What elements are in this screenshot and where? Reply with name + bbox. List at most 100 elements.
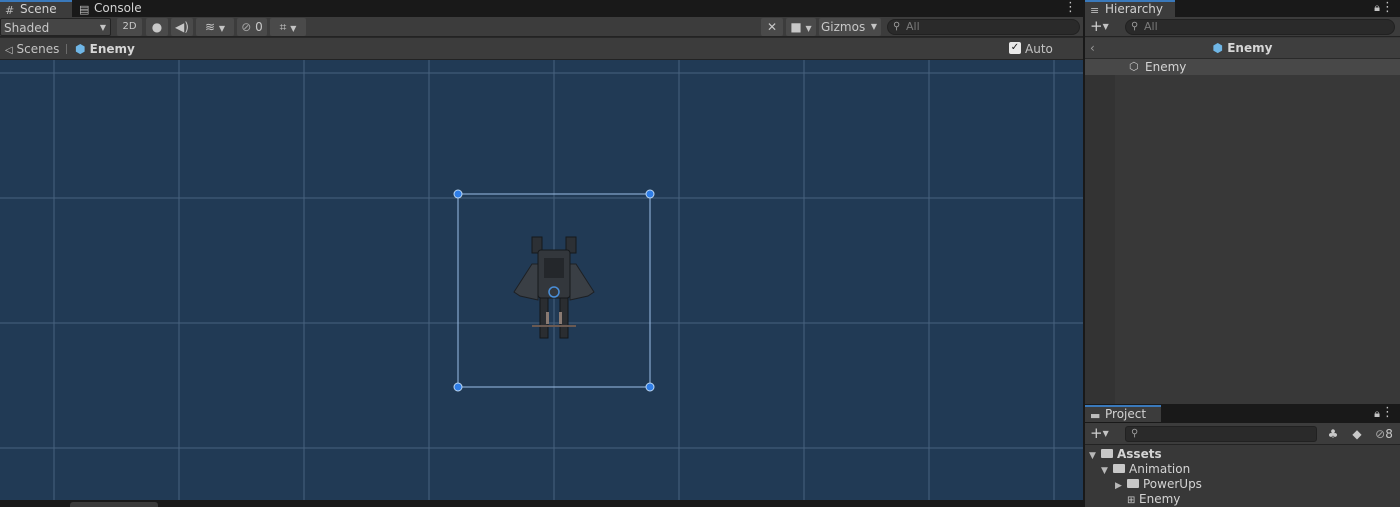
animator-controller-icon: ⊞ bbox=[1127, 495, 1136, 506]
auto-save-checkbox[interactable]: ✓ bbox=[1009, 42, 1021, 54]
gizmos-label: Gizmos bbox=[821, 20, 866, 34]
scene-grid bbox=[0, 60, 1083, 500]
grid-icon: # bbox=[5, 4, 15, 17]
scene-toolbar: Shaded ▼ 2D ● ◀) ≋ ▼ ⊘ 0 ⌗ ▼ ✕ ■ ▼ Gizmo… bbox=[0, 17, 1083, 37]
prefab-scene-title: ⬢ Enemy bbox=[1085, 40, 1400, 56]
tab-scene[interactable]: # Scene bbox=[0, 0, 72, 17]
lock-icon[interactable]: 🔒︎ bbox=[1374, 0, 1380, 16]
search-by-label-button[interactable]: ◆ bbox=[1346, 425, 1368, 443]
audio-toggle-button[interactable]: ◀) bbox=[171, 18, 193, 36]
folder-icon bbox=[1113, 464, 1125, 473]
breadcrumb-scenes[interactable]: ◁ Scenes bbox=[5, 41, 59, 59]
plus-icon: + bbox=[1090, 17, 1103, 35]
tree-item-label: Enemy bbox=[1139, 492, 1181, 506]
folder-icon: ▬ bbox=[1090, 409, 1101, 422]
grid-snap-icon: ⌗ bbox=[279, 20, 287, 34]
search-icon: ⚲ bbox=[893, 21, 901, 32]
collapsed-arrow-icon: ▶ bbox=[1115, 481, 1122, 491]
breadcrumb-separator bbox=[66, 44, 67, 54]
hidden-count: 0 bbox=[255, 20, 263, 34]
scene-search-input[interactable]: ⚲ All bbox=[887, 19, 1080, 35]
hidden-eye-icon: ⊘ bbox=[241, 20, 252, 34]
effects-layers-icon: ≋ bbox=[204, 20, 216, 34]
tab-console[interactable]: ▤ Console bbox=[74, 0, 150, 17]
tree-item-label: PowerUps bbox=[1143, 477, 1202, 491]
speaker-icon: ◀) bbox=[175, 20, 189, 34]
lighting-toggle-button[interactable]: ● bbox=[146, 18, 168, 36]
scene-viewport[interactable] bbox=[0, 60, 1083, 500]
tab-project[interactable]: ▬ Project bbox=[1085, 405, 1161, 422]
tree-item-label: Animation bbox=[1129, 462, 1191, 476]
2d-toggle-button[interactable]: 2D bbox=[117, 18, 142, 36]
tree-item-animation[interactable]: ▼ Animation bbox=[1101, 462, 1190, 477]
chevron-down-icon: ▼ bbox=[1102, 429, 1109, 438]
tools-icon: ✕ bbox=[766, 20, 778, 34]
prefab-cube-icon: ⬢ bbox=[75, 42, 86, 56]
project-toolbar: +▼ ⚲ ♣ ◆ ⊘8 bbox=[1085, 423, 1400, 445]
tree-item-assets[interactable]: ▼ Assets bbox=[1089, 447, 1162, 462]
resize-handle-bottom-left bbox=[453, 382, 463, 392]
draw-mode-dropdown[interactable]: Shaded ▼ bbox=[0, 18, 111, 36]
tab-hierarchy[interactable]: ≡ Hierarchy bbox=[1085, 0, 1175, 17]
hierarchy-search-placeholder: All bbox=[1144, 20, 1158, 33]
effects-dropdown[interactable]: ≋ ▼ bbox=[196, 18, 234, 36]
lock-icon[interactable]: 🔒︎ bbox=[1374, 405, 1380, 422]
breadcrumb: ◁ Scenes ⬢ Enemy ✓ Auto Save bbox=[0, 38, 1083, 72]
camera-icon: ■ bbox=[790, 20, 802, 34]
scene-visibility-button[interactable]: ⊘ 0 bbox=[237, 18, 267, 36]
search-icon: ⚲ bbox=[1131, 428, 1139, 439]
hidden-eye-icon: ⊘ bbox=[1375, 427, 1386, 441]
hierarchy-tabbar: ≡ Hierarchy 🔒︎ ⋮ bbox=[1085, 0, 1400, 17]
hidden-packages-count: 8 bbox=[1385, 427, 1393, 441]
camera-settings-dropdown[interactable]: ■ ▼ bbox=[786, 18, 816, 36]
create-add-button[interactable]: +▼ bbox=[1090, 17, 1109, 36]
prefab-scene-header: ‹ ⬢ Enemy bbox=[1085, 38, 1400, 59]
hierarchy-search-input[interactable]: ⚲ All bbox=[1125, 19, 1395, 35]
chevron-down-icon: ▼ bbox=[99, 23, 106, 32]
prefab-scene-title-label: Enemy bbox=[1227, 41, 1273, 55]
project-panel: ▬ Project 🔒︎ ⋮ +▼ ⚲ ♣ ◆ ⊘8 ▼ Assets ▼ Anim… bbox=[1085, 405, 1400, 507]
expanded-arrow-icon: ▼ bbox=[1089, 451, 1096, 461]
type-filter-icon: ♣ bbox=[1327, 427, 1339, 441]
grid-snapping-dropdown[interactable]: ⌗ ▼ bbox=[270, 18, 306, 36]
project-search-input[interactable]: ⚲ bbox=[1125, 426, 1317, 442]
resize-handle-top-right bbox=[645, 189, 655, 199]
more-options-icon[interactable]: ⋮ bbox=[1064, 0, 1077, 16]
search-icon: ⚲ bbox=[1131, 21, 1139, 32]
resize-handle-bottom-right bbox=[645, 382, 655, 392]
tab-project-label: Project bbox=[1105, 407, 1147, 421]
bottom-tab-nub bbox=[70, 502, 158, 507]
tab-scene-label: Scene bbox=[20, 2, 57, 16]
unity-scene-icon: ◁ bbox=[5, 45, 13, 56]
chevron-down-icon: ▼ bbox=[870, 22, 877, 31]
tab-console-label: Console bbox=[94, 1, 142, 15]
more-options-icon[interactable]: ⋮ bbox=[1381, 405, 1394, 421]
draw-mode-label: Shaded bbox=[4, 21, 50, 35]
folder-icon bbox=[1127, 479, 1139, 488]
gameobject-cube-icon: ⬡ bbox=[1129, 60, 1139, 73]
breadcrumb-scenes-label: Scenes bbox=[16, 42, 60, 56]
breadcrumb-enemy-label: Enemy bbox=[89, 42, 135, 56]
tag-icon: ◆ bbox=[1352, 427, 1362, 441]
search-by-type-button[interactable]: ♣ bbox=[1322, 425, 1344, 443]
chevron-down-icon: ▼ bbox=[1102, 22, 1109, 31]
list-icon: ≡ bbox=[1090, 4, 1100, 17]
scene-panel: # Scene ▤ Console ⋮ Shaded ▼ 2D ● ◀) ≋ ▼… bbox=[0, 0, 1083, 507]
gizmos-dropdown[interactable]: Gizmos ▼ bbox=[819, 18, 881, 36]
create-add-button[interactable]: +▼ bbox=[1090, 424, 1109, 443]
tree-item-powerups[interactable]: ▶ PowerUps bbox=[1115, 477, 1202, 492]
tools-button[interactable]: ✕ bbox=[761, 18, 783, 36]
expanded-arrow-icon: ▼ bbox=[1101, 466, 1108, 476]
lightbulb-icon: ● bbox=[151, 20, 163, 34]
tree-item-enemy[interactable]: ⊞ Enemy bbox=[1127, 492, 1180, 507]
hierarchy-gutter bbox=[1085, 59, 1115, 404]
hidden-packages-button[interactable]: ⊘8 bbox=[1369, 425, 1399, 443]
more-options-icon[interactable]: ⋮ bbox=[1381, 0, 1394, 16]
tab-hierarchy-label: Hierarchy bbox=[1105, 2, 1164, 16]
breadcrumb-enemy[interactable]: ⬢ Enemy bbox=[75, 41, 135, 57]
tree-item-label: Assets bbox=[1117, 447, 1162, 461]
2d-toggle-label: 2D bbox=[122, 21, 137, 32]
folder-icon bbox=[1101, 449, 1113, 458]
hierarchy-item[interactable]: ⬡ Enemy bbox=[1085, 59, 1400, 75]
scene-bottom-strip bbox=[0, 500, 1083, 507]
